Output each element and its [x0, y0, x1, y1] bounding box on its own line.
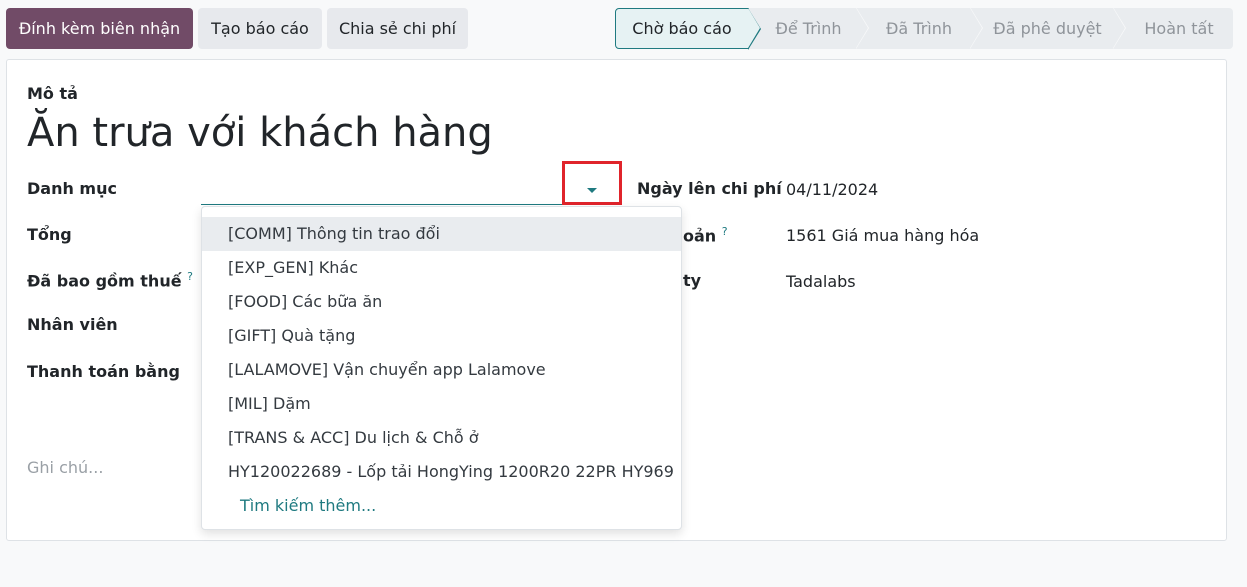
dropdown-option[interactable]: [GIFT] Quà tặng: [202, 319, 681, 353]
expense-title[interactable]: Ăn trưa với khách hàng: [27, 110, 493, 156]
account-label: oản ?: [683, 225, 728, 246]
stage-approved[interactable]: Đã phê duyệt: [970, 7, 1126, 49]
category-input[interactable]: [201, 177, 599, 205]
dropdown-option[interactable]: [COMM] Thông tin trao đổi: [202, 217, 681, 251]
search-more-link[interactable]: Tìm kiếm thêm...: [202, 489, 681, 523]
dropdown-option[interactable]: [FOOD] Các bữa ăn: [202, 285, 681, 319]
dropdown-option[interactable]: [LALAMOVE] Vận chuyển app Lalamove: [202, 353, 681, 387]
stage-label: Chờ báo cáo: [632, 19, 732, 38]
company-value[interactable]: Tadalabs: [786, 272, 856, 291]
split-expense-button[interactable]: Chia sẻ chi phí: [327, 8, 468, 49]
stage-submitted[interactable]: Đã Trình: [856, 7, 983, 49]
total-label: Tổng: [27, 225, 72, 244]
stage-label: Đã Trình: [885, 19, 952, 38]
attach-receipt-button[interactable]: Đính kèm biên nhận: [6, 8, 193, 49]
stage-label: Hoàn tất: [1144, 19, 1214, 38]
highlight-annotation: [562, 161, 622, 205]
dropdown-option[interactable]: [TRANS & ACC] Du lịch & Chỗ ở: [202, 421, 681, 455]
create-report-button[interactable]: Tạo báo cáo: [198, 8, 322, 49]
expense-date-label: Ngày lên chi phí: [637, 179, 782, 198]
stage-label: Để Trình: [775, 19, 842, 38]
stage-done[interactable]: Hoàn tất: [1113, 8, 1233, 49]
help-icon[interactable]: ?: [722, 225, 728, 238]
status-bar: Chờ báo cáo Để Trình Đã Trình Đã phê duy…: [615, 7, 1233, 50]
stage-label: Đã phê duyệt: [993, 19, 1102, 38]
help-icon[interactable]: ?: [187, 270, 193, 283]
notes-field[interactable]: Ghi chú...: [27, 458, 103, 477]
tax-included-label: Đã bao gồm thuế ?: [27, 270, 193, 291]
company-label: ty: [683, 271, 702, 290]
stage-to-report[interactable]: Chờ báo cáo: [615, 8, 761, 50]
dropdown-option[interactable]: [MIL] Dặm: [202, 387, 681, 421]
account-value[interactable]: 1561 Giá mua hàng hóa: [786, 226, 979, 245]
description-label: Mô tả: [27, 84, 78, 103]
paid-by-label: Thanh toán bằng: [27, 362, 180, 381]
category-label: Danh mục: [27, 179, 117, 198]
expense-date-value[interactable]: 04/11/2024: [786, 180, 878, 199]
stage-to-submit[interactable]: Để Trình: [749, 7, 869, 49]
dropdown-option[interactable]: [EXP_GEN] Khác: [202, 251, 681, 285]
dropdown-option[interactable]: HY120022689 - Lốp tải HongYing 1200R20 2…: [202, 455, 681, 489]
category-dropdown: [COMM] Thông tin trao đổi [EXP_GEN] Khác…: [201, 206, 682, 530]
employee-label: Nhân viên: [27, 315, 118, 334]
